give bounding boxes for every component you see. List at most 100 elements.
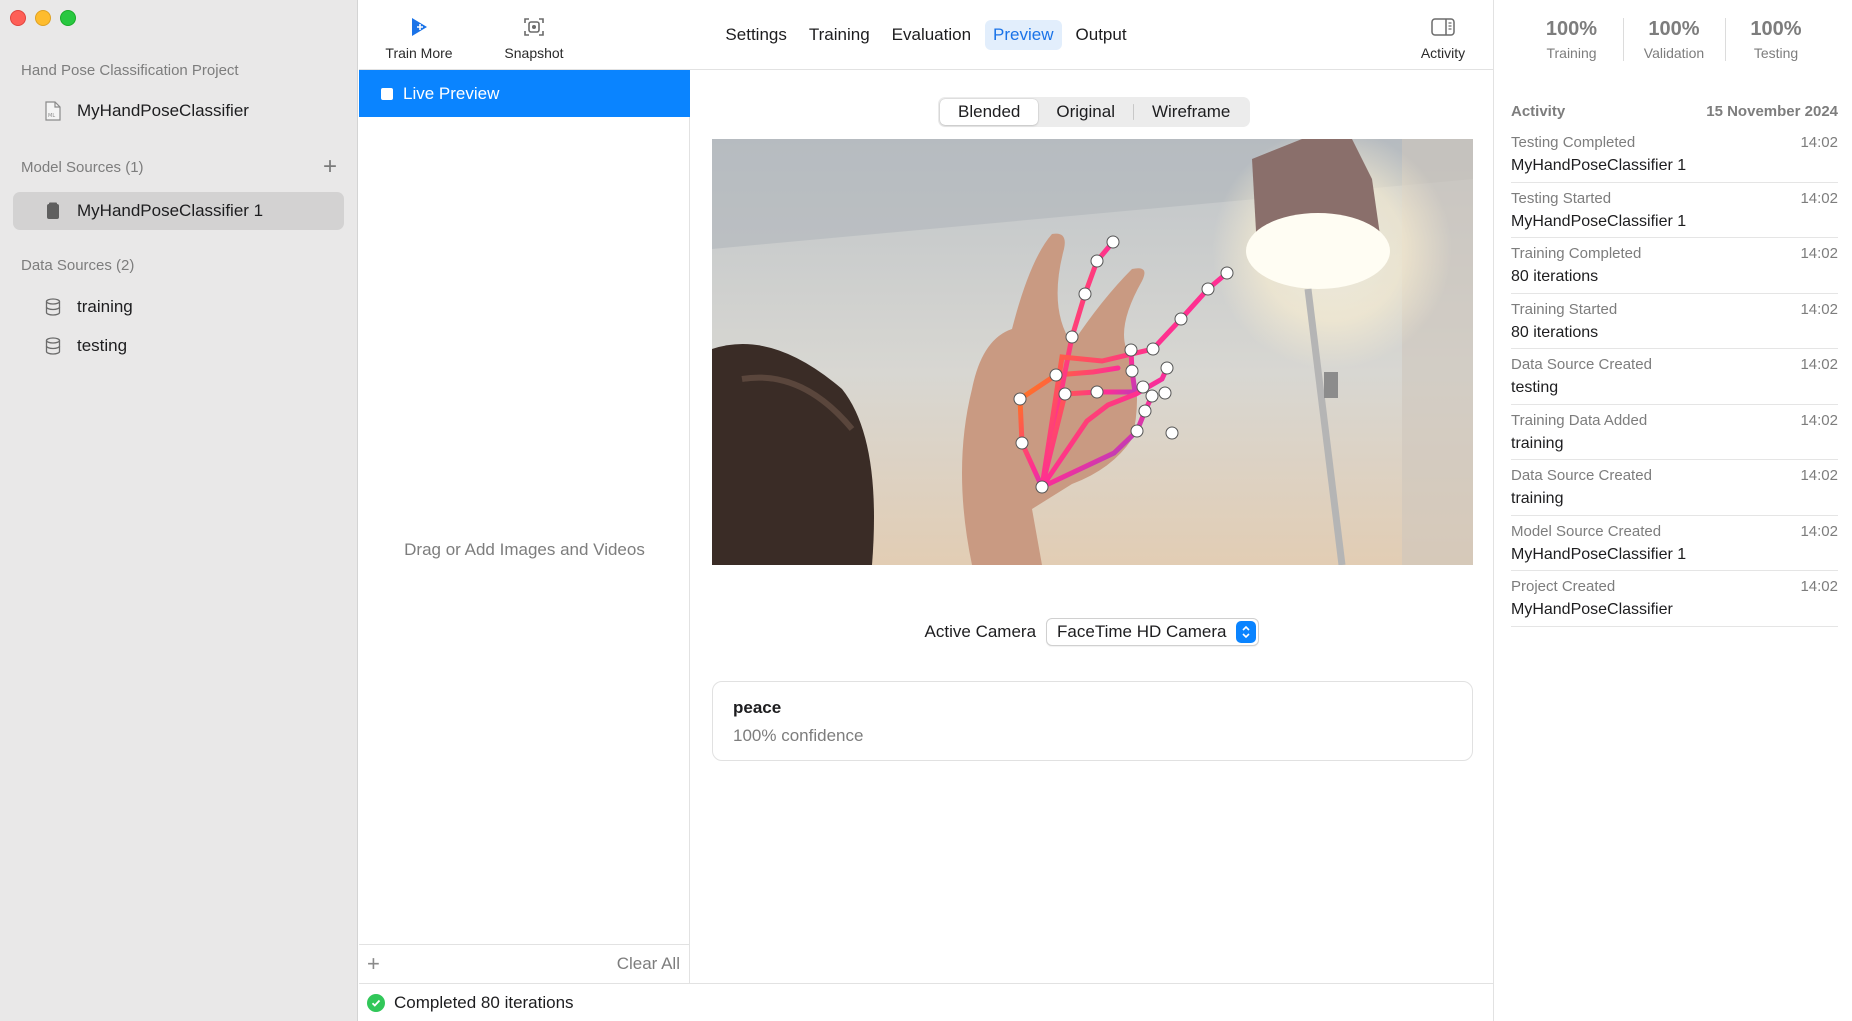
minimize-window-button[interactable]: [35, 10, 51, 26]
preview-source-list: Live Preview Drag or Add Images and Vide…: [359, 70, 690, 983]
list-item: Testing Completed 14:02 MyHandPoseClassif…: [1511, 127, 1838, 183]
zoom-window-button[interactable]: [60, 10, 76, 26]
activity-time: 14:02: [1800, 245, 1838, 262]
activity-date: 15 November 2024: [1706, 103, 1838, 120]
list-item: Training Completed 14:02 80 iterations: [1511, 238, 1838, 294]
add-media-button[interactable]: +: [367, 951, 380, 977]
toolbar: Train More Snapshot Settings Training Ev…: [359, 0, 1493, 70]
activity-event: Project Created: [1511, 578, 1616, 595]
close-window-button[interactable]: [10, 10, 26, 26]
prediction-card: peace 100% confidence: [712, 681, 1473, 761]
data-sources-title: Data Sources (2): [21, 257, 135, 274]
activity-time: 14:02: [1800, 300, 1838, 318]
activity-detail: training: [1511, 490, 1564, 507]
metric-caption: Testing: [1753, 45, 1799, 61]
metric-caption: Training: [1546, 45, 1597, 61]
view-mode-segmented-control: Blended Original Wireframe: [938, 97, 1251, 127]
prediction-label: peace: [733, 698, 782, 717]
sidebar-right-icon: [1431, 14, 1455, 40]
sidebar-item-label: testing: [77, 336, 128, 355]
activity-time: 14:02: [1800, 522, 1838, 540]
database-icon: [43, 337, 63, 355]
active-camera-label: Active Camera: [924, 622, 1037, 641]
list-item: Data Source Created 14:02 testing: [1511, 349, 1838, 405]
activity-detail: training: [1511, 434, 1564, 452]
activity-event: Training Data Added: [1511, 411, 1648, 429]
sidebar-item-project-file[interactable]: ML MyHandPoseClassifier: [13, 92, 344, 130]
active-camera-row: Active Camera FaceTime HD Camera: [691, 618, 1493, 646]
activity-detail: testing: [1511, 379, 1559, 396]
activity-time: 14:02: [1800, 356, 1838, 373]
mode-blended[interactable]: Blended: [940, 99, 1039, 125]
activity-event: Training Completed: [1511, 245, 1642, 262]
live-preview-label: Live Preview: [403, 83, 500, 103]
metric-value: 100%: [1750, 18, 1802, 40]
list-item: Training Started 14:02 80 iterations: [1511, 294, 1838, 349]
sidebar-item-training[interactable]: training: [13, 288, 344, 326]
drag-hint: Drag or Add Images and Videos: [404, 540, 645, 559]
stop-icon: [381, 87, 393, 100]
tab-training[interactable]: Training: [801, 20, 878, 50]
model-source-icon: [43, 202, 63, 220]
activity-detail: MyHandPoseClassifier 1: [1511, 545, 1687, 563]
activity-event: Model Source Created: [1511, 522, 1662, 540]
metric-value: 100%: [1545, 18, 1598, 40]
sidebar-item-testing[interactable]: testing: [13, 327, 344, 365]
sidebar-item-label: MyHandPoseClassifier 1: [77, 201, 264, 220]
database-icon: [43, 298, 63, 316]
metric-testing: 100% Testing: [1724, 18, 1827, 61]
tab-settings[interactable]: Settings: [717, 20, 794, 50]
tab-output[interactable]: Output: [1068, 20, 1135, 50]
project-section-title: Hand Pose Classification Project: [21, 62, 239, 79]
activity-list: Testing Completed 14:02 MyHandPoseClassif…: [1511, 127, 1838, 627]
activity-event: Testing Started: [1511, 189, 1612, 207]
checkmark-icon: [367, 993, 385, 1012]
mode-wireframe[interactable]: Wireframe: [1134, 99, 1248, 125]
activity-label: Activity: [1420, 45, 1466, 61]
mode-original[interactable]: Original: [1038, 99, 1133, 125]
activity-detail: MyHandPoseClassifier 1: [1511, 212, 1687, 230]
metric-validation: 100% Validation: [1622, 18, 1725, 61]
svg-text:ML: ML: [48, 113, 55, 119]
activity-event: Data Source Created: [1511, 467, 1652, 484]
metrics-summary: 100% Training 100% Validation 100% Testi…: [1494, 18, 1852, 61]
activity-toggle-button[interactable]: Activity: [1393, 14, 1493, 61]
list-item: Training Data Added 14:02 training: [1511, 405, 1838, 460]
list-item: Data Source Created 14:02 training: [1511, 460, 1838, 516]
activity-event: Data Source Created: [1511, 356, 1652, 373]
camera-select[interactable]: FaceTime HD Camera: [1046, 618, 1260, 646]
list-item: Model Source Created 14:02 MyHandPoseClas…: [1511, 516, 1838, 571]
chevron-up-down-icon: [1236, 621, 1257, 643]
sidebar-item-label: MyHandPoseClassifier: [77, 101, 249, 120]
activity-title: Activity: [1511, 103, 1566, 120]
list-item: Testing Started 14:02 MyHandPoseClassifie…: [1511, 183, 1838, 238]
status-message: Completed 80 iterations: [394, 992, 574, 1012]
activity-time: 14:02: [1800, 134, 1838, 151]
tab-evaluation[interactable]: Evaluation: [884, 20, 979, 50]
sidebar-item-label: training: [77, 297, 133, 316]
activity-time: 14:02: [1800, 411, 1838, 429]
tab-preview[interactable]: Preview: [985, 20, 1062, 50]
activity-detail: MyHandPoseClassifier: [1511, 601, 1673, 618]
sidebar: Hand Pose Classification Project ML MyHa…: [0, 0, 358, 1021]
main-tabs: Settings Training Evaluation Preview Out…: [359, 20, 1493, 50]
activity-time: 14:02: [1800, 467, 1838, 484]
activity-time: 14:02: [1800, 189, 1838, 207]
model-sources-title: Model Sources (1): [21, 159, 144, 176]
activity-detail: MyHandPoseClassifier 1: [1511, 157, 1687, 174]
prediction-confidence: 100% confidence: [733, 726, 864, 745]
metric-training: 100% Training: [1521, 18, 1623, 61]
add-model-source-button[interactable]: +: [323, 155, 337, 179]
live-preview-row[interactable]: Live Preview: [359, 70, 690, 117]
window-controls: [10, 10, 76, 26]
activity-header: Activity 15 November 2024: [1511, 103, 1838, 120]
activity-panel: 100% Training 100% Validation 100% Testi…: [1493, 0, 1852, 1021]
status-bar: Completed 80 iterations: [359, 983, 1493, 1021]
clear-all-button[interactable]: Clear All: [617, 954, 680, 974]
mlmodel-file-icon: ML: [43, 101, 63, 121]
sidebar-item-model-source[interactable]: MyHandPoseClassifier 1: [13, 192, 344, 230]
metric-caption: Validation: [1643, 45, 1705, 61]
activity-event: Training Started: [1511, 300, 1618, 318]
camera-select-value: FaceTime HD Camera: [1057, 622, 1227, 641]
activity-detail: 80 iterations: [1511, 268, 1599, 285]
